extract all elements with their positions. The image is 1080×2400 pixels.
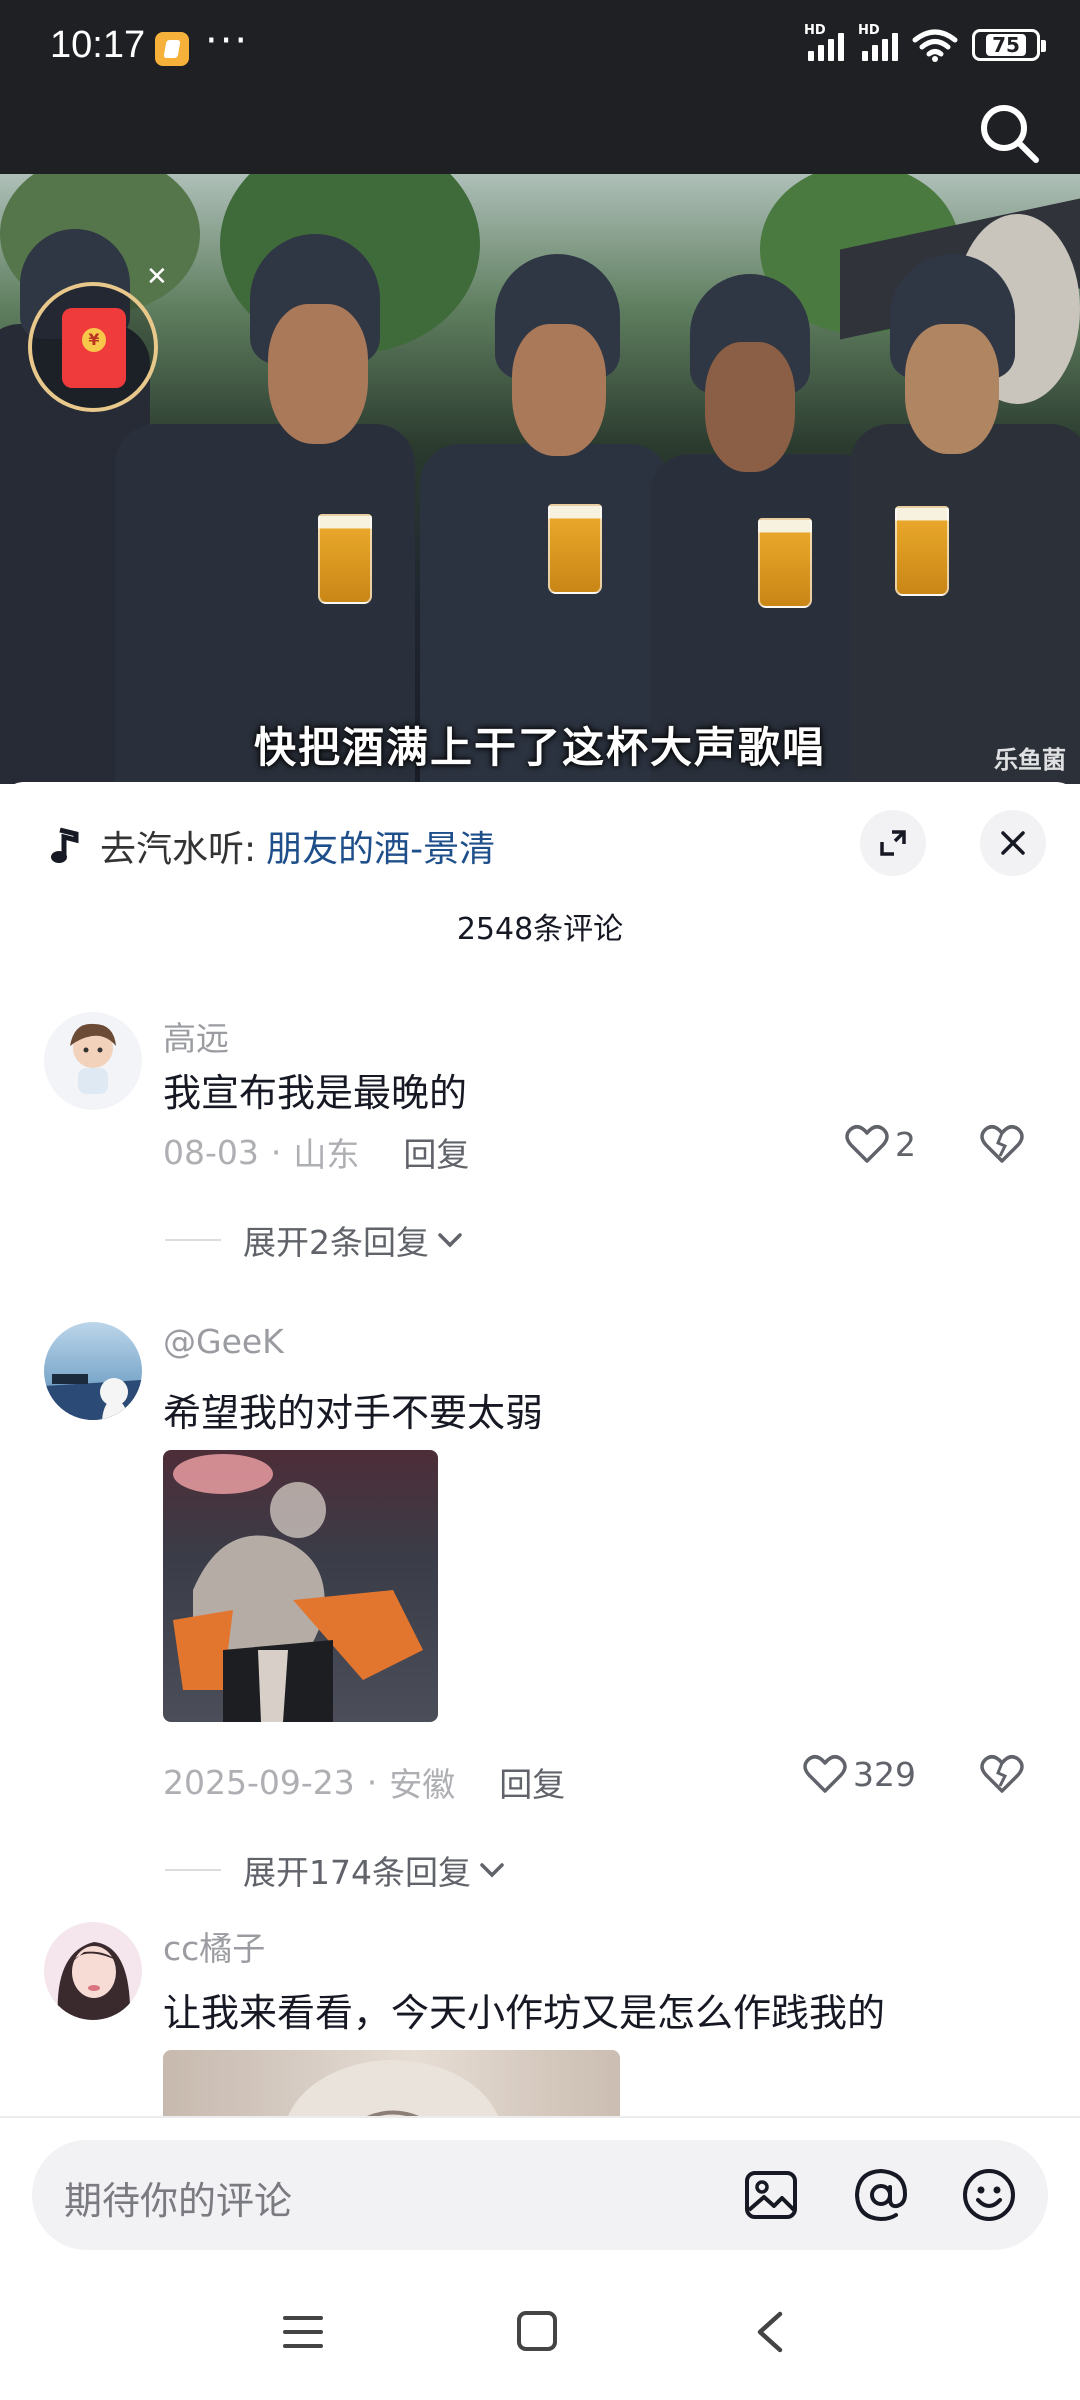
comment-input-placeholder: 期待你的评论 <box>64 2179 293 2223</box>
battery-level: 75 <box>986 34 1026 56</box>
menu-icon[interactable] <box>282 2312 324 2352</box>
expand-replies-label: 展开174条回复 <box>243 1853 471 1892</box>
heart-icon <box>803 1755 847 1793</box>
top-bar <box>0 96 1080 174</box>
comment-text: 让我来看看，今天小作坊又是怎么作践我的 <box>163 1991 886 2035</box>
music-song-link[interactable]: 朋友的酒-景清 <box>266 820 495 872</box>
comment-image[interactable] <box>163 1450 438 1722</box>
expand-replies-button[interactable]: 展开174条回复 <box>165 1846 507 1894</box>
wifi-icon <box>912 29 958 62</box>
heart-icon <box>845 1125 889 1163</box>
like-button[interactable]: 2 <box>845 1124 916 1164</box>
reply-button[interactable]: 回复 <box>403 1128 469 1176</box>
signal-hd-label: HD <box>804 23 826 38</box>
video-watermark: 乐鱼菌 <box>994 746 1066 774</box>
music-note-icon <box>51 827 79 863</box>
image-icon[interactable] <box>742 2166 800 2224</box>
comment-text: 希望我的对手不要太弱 <box>163 1391 544 1435</box>
close-button[interactable] <box>980 810 1046 876</box>
dislike-heart-icon[interactable] <box>980 1124 1024 1164</box>
chevron-down-icon <box>438 1233 462 1248</box>
comment-location: 安徽 <box>389 1765 456 1804</box>
expand-divider <box>165 1239 221 1241</box>
battery-icon: 75 <box>972 29 1046 61</box>
comment-location: 山东 <box>293 1135 360 1174</box>
chevron-down-icon <box>480 1863 504 1878</box>
back-icon[interactable] <box>752 2310 788 2354</box>
comment-image[interactable] <box>163 2050 620 2116</box>
emoji-icon[interactable] <box>960 2166 1018 2224</box>
comment-input-bar: 期待你的评论 <box>0 2116 1080 2266</box>
search-icon[interactable] <box>976 100 1042 166</box>
more-notifications-icon: ··· <box>205 18 250 64</box>
like-button[interactable]: 329 <box>803 1754 916 1794</box>
video-subtitle: 快把酒满上干了这杯大声歌唱 <box>253 723 826 772</box>
at-icon[interactable] <box>852 2166 910 2224</box>
comment-date: 2025-09-23 <box>163 1762 355 1802</box>
status-icons: HD HD 75 <box>804 23 1046 62</box>
redpacket-close-icon[interactable]: ✕ <box>146 262 168 292</box>
notification-app-icon <box>155 32 189 66</box>
expand-replies-label: 展开2条回复 <box>243 1223 429 1262</box>
status-bar: 10:17 ··· HD HD 75 <box>0 0 1080 96</box>
expand-icon <box>880 830 906 856</box>
comment-count: 2548条评论 <box>456 912 624 947</box>
status-time: 10:17 <box>50 24 146 66</box>
expand-replies-button[interactable]: 展开2条回复 <box>165 1216 465 1264</box>
comment-username[interactable]: cc橘子 <box>163 1922 265 1970</box>
expand-divider <box>165 1869 221 1871</box>
like-count: 2 <box>895 1124 916 1164</box>
comment-username[interactable]: 高远 <box>163 1012 229 1060</box>
home-icon[interactable] <box>516 2310 558 2352</box>
music-prefix: 去汽水听: <box>100 829 257 870</box>
avatar[interactable] <box>44 1012 142 1110</box>
comment-date: 08-03 <box>163 1132 259 1172</box>
meta-separator: · <box>270 1132 282 1172</box>
signal-icon-2: HD <box>858 23 898 61</box>
redpacket-icon <box>62 308 126 388</box>
reply-button[interactable]: 回复 <box>499 1758 565 1806</box>
signal-hd-label-2: HD <box>858 23 880 38</box>
avatar[interactable] <box>44 1922 142 2020</box>
music-link[interactable]: 去汽水听: 朋友的酒-景清 <box>48 818 495 874</box>
redpacket-button[interactable] <box>28 282 158 412</box>
dislike-heart-icon[interactable] <box>980 1754 1024 1794</box>
expand-button[interactable] <box>860 810 926 876</box>
comment-sheet: 去汽水听: 朋友的酒-景清 2548条评论 高远 我宣布我是最晚的 08-03 … <box>0 782 1080 2116</box>
meta-separator: · <box>366 1762 378 1802</box>
system-nav-bar <box>0 2266 1080 2400</box>
comment-input[interactable]: 期待你的评论 <box>32 2140 1048 2250</box>
close-icon <box>1001 831 1025 855</box>
comment-username[interactable]: @GeeK <box>163 1322 284 1361</box>
comment-meta: 2025-09-23 · 安徽 回复 <box>163 1758 565 1806</box>
signal-icon: HD <box>804 23 844 61</box>
comment-meta: 08-03 · 山东 回复 <box>163 1128 469 1176</box>
avatar[interactable] <box>44 1322 142 1420</box>
comment-text: 我宣布我是最晚的 <box>163 1071 468 1115</box>
like-count: 329 <box>853 1754 916 1794</box>
